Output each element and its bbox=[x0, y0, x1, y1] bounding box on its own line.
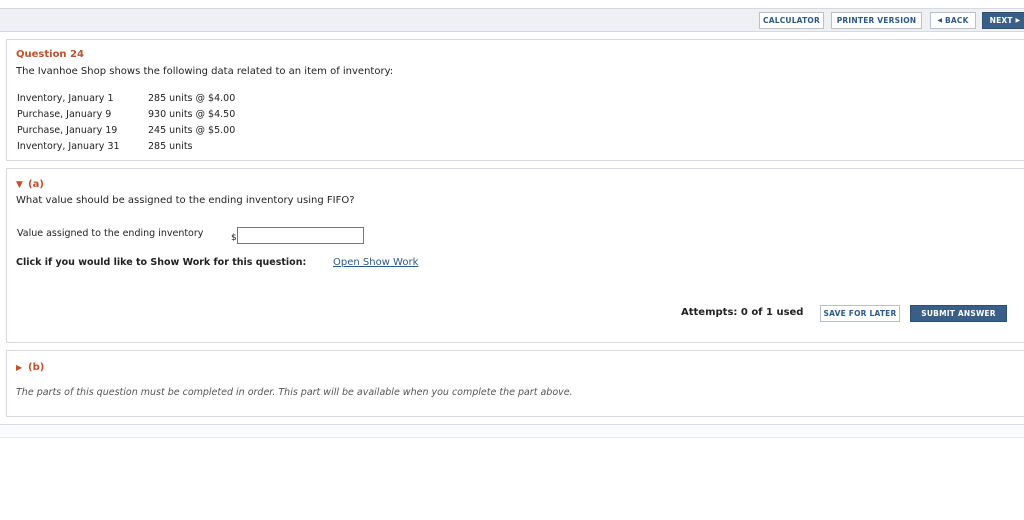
row-value: 285 units bbox=[148, 140, 193, 152]
expanded-triangle-icon: ▼ bbox=[16, 180, 23, 190]
next-arrow-icon: ▶ bbox=[1015, 17, 1021, 24]
next-button[interactable]: NEXT ▶ bbox=[982, 12, 1024, 29]
row-value: 245 units @ $5.00 bbox=[148, 124, 236, 136]
part-a-prompt: What value should be assigned to the end… bbox=[16, 195, 355, 206]
part-b-notice: The parts of this question must be compl… bbox=[16, 387, 573, 398]
part-b-panel: ▶ (b) The parts of this question must be … bbox=[6, 350, 1024, 417]
table-row: Purchase, January 9 930 units @ $4.50 bbox=[17, 106, 235, 122]
row-label: Inventory, January 1 bbox=[17, 92, 114, 104]
top-toolbar: CALCULATOR PRINTER VERSION ◀ BACK NEXT ▶ bbox=[0, 8, 1024, 32]
back-button[interactable]: ◀ BACK bbox=[930, 12, 976, 29]
back-arrow-icon: ◀ bbox=[937, 17, 943, 24]
row-label: Inventory, January 31 bbox=[17, 140, 120, 152]
show-work-prompt: Click if you would like to Show Work for… bbox=[16, 257, 307, 268]
part-a-panel: ▼ (a) What value should be assigned to th… bbox=[6, 168, 1024, 343]
footer-divider bbox=[0, 424, 1024, 438]
save-for-later-button[interactable]: SAVE FOR LATER bbox=[820, 305, 900, 322]
table-row: Inventory, January 1 285 units @ $4.00 bbox=[17, 90, 235, 106]
question-text: The Ivanhoe Shop shows the following dat… bbox=[16, 66, 394, 77]
calculator-button[interactable]: CALCULATOR bbox=[759, 12, 824, 29]
row-value: 930 units @ $4.50 bbox=[148, 108, 236, 120]
open-show-work-link[interactable]: Open Show Work bbox=[333, 257, 418, 268]
submit-answer-button[interactable]: SUBMIT ANSWER bbox=[910, 305, 1007, 322]
table-row: Inventory, January 31 285 units bbox=[17, 138, 235, 154]
question-panel: Question 24 The Ivanhoe Shop shows the f… bbox=[6, 39, 1024, 161]
ending-inventory-label: Value assigned to the ending inventory bbox=[17, 228, 204, 239]
printer-version-button[interactable]: PRINTER VERSION bbox=[831, 12, 922, 29]
row-label: Purchase, January 19 bbox=[17, 124, 118, 136]
attempts-counter: Attempts: 0 of 1 used bbox=[681, 307, 804, 318]
row-label: Purchase, January 9 bbox=[17, 108, 112, 120]
part-a-header[interactable]: ▼ (a) bbox=[16, 179, 44, 190]
question-title: Question 24 bbox=[16, 49, 84, 60]
currency-symbol: $ bbox=[231, 233, 237, 243]
ending-inventory-input[interactable] bbox=[237, 227, 364, 244]
table-row: Purchase, January 19 245 units @ $5.00 bbox=[17, 122, 235, 138]
part-b-header[interactable]: ▶ (b) bbox=[16, 362, 44, 373]
collapsed-triangle-icon: ▶ bbox=[16, 363, 23, 372]
row-value: 285 units @ $4.00 bbox=[148, 92, 236, 104]
inventory-table: Inventory, January 1 285 units @ $4.00 P… bbox=[17, 90, 235, 154]
